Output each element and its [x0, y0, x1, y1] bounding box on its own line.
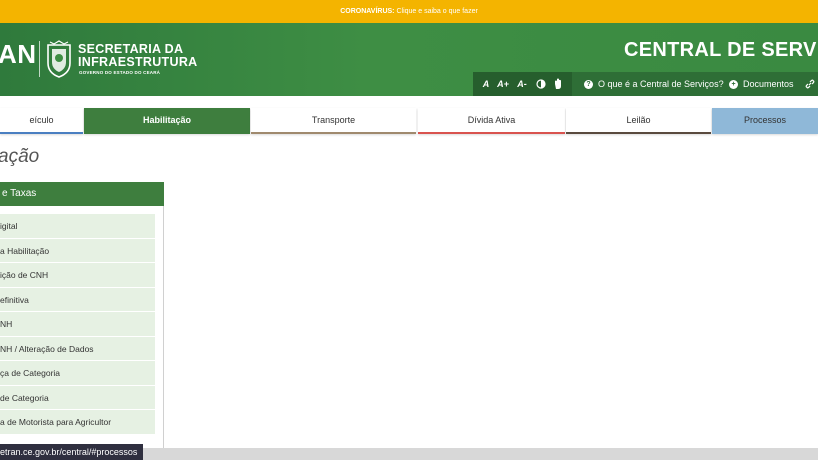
list-item[interactable]: NH: [0, 312, 155, 337]
list-item[interactable]: ição de CNH: [0, 263, 155, 288]
tab-processos[interactable]: Processos: [712, 108, 818, 134]
list-item[interactable]: efinitiva: [0, 287, 155, 312]
hand-icon[interactable]: [553, 78, 563, 90]
tab-underline: [251, 132, 416, 134]
page-header-title: CENTRAL DE SERV: [624, 39, 817, 61]
status-bar-url: etran.ce.gov.br/central/#processos: [0, 444, 144, 460]
tab-veiculo[interactable]: eículo: [0, 108, 83, 134]
font-normal-button[interactable]: A: [479, 72, 493, 96]
tab-label: Habilitação: [142, 115, 191, 125]
tab-leilao[interactable]: Leilão: [566, 108, 711, 134]
accessibility-toolbar: A A+ A- ? O que é a Central de Serviços? …: [473, 72, 818, 96]
accessibility-group: A A+ A-: [473, 72, 572, 96]
org-line-2: INFRAESTRUTURA: [78, 55, 198, 69]
plus-circle-icon: +: [729, 80, 738, 90]
tab-label: eículo: [29, 115, 54, 125]
site-header: AN SECRETARIA DA INFRAESTRUTURA GOVERNO …: [0, 23, 818, 96]
detran-logo[interactable]: AN: [0, 39, 37, 70]
tab-underline: [566, 132, 711, 134]
tab-label: Leilão: [626, 115, 651, 125]
services-list: igital a Habilitação ição de CNH efiniti…: [0, 214, 155, 435]
main-tabs: eículo Habilitação Transporte Dívida Ati…: [0, 108, 818, 134]
question-icon: ?: [584, 80, 593, 90]
font-decrease-button[interactable]: A-: [515, 72, 529, 96]
documents-link[interactable]: + Documentos: [729, 72, 794, 96]
list-item[interactable]: de Categoria: [0, 385, 155, 410]
governo-label: GOVERNO DO ESTADO DO CEARÁ: [79, 70, 161, 75]
tab-underline: [0, 132, 83, 134]
tab-divida-ativa[interactable]: Dívida Ativa: [418, 108, 565, 134]
page-root: CORONAVÍRUS: Clique e saiba o que fazer …: [0, 0, 818, 460]
list-item[interactable]: a Habilitação: [0, 238, 155, 263]
coronavirus-banner[interactable]: CORONAVÍRUS: Clique e saiba o que fazer: [0, 0, 818, 23]
tab-transporte[interactable]: Transporte: [251, 108, 416, 134]
contrast-icon[interactable]: [536, 79, 546, 89]
banner-prefix: CORONAVÍRUS:: [340, 8, 395, 15]
list-item[interactable]: NH / Alteração de Dados: [0, 336, 155, 361]
panel-divider: [163, 206, 164, 448]
tab-habilitacao[interactable]: Habilitação: [84, 108, 250, 134]
banner-text: Clique e saiba o que fazer: [394, 8, 478, 15]
list-item[interactable]: ça de Categoria: [0, 361, 155, 386]
services-panel-header: e Taxas: [0, 182, 164, 206]
tab-label: Dívida Ativa: [467, 115, 516, 125]
tab-label: Transporte: [311, 115, 356, 125]
about-link-label: O que é a Central de Serviços?: [598, 79, 724, 89]
page-title: ação: [0, 146, 40, 167]
tab-underline: [418, 132, 565, 134]
documents-link-label: Documentos: [743, 79, 794, 89]
tab-label: Processos: [743, 115, 787, 125]
list-item[interactable]: a de Motorista para Agricultor: [0, 410, 155, 435]
link-icon[interactable]: [805, 79, 815, 89]
list-item[interactable]: igital: [0, 214, 155, 239]
org-name: SECRETARIA DA INFRAESTRUTURA: [78, 43, 197, 69]
about-link[interactable]: ? O que é a Central de Serviços?: [584, 72, 724, 96]
font-increase-button[interactable]: A+: [496, 72, 510, 96]
logo-divider: [39, 41, 40, 77]
ceara-seal-icon: [47, 40, 71, 78]
